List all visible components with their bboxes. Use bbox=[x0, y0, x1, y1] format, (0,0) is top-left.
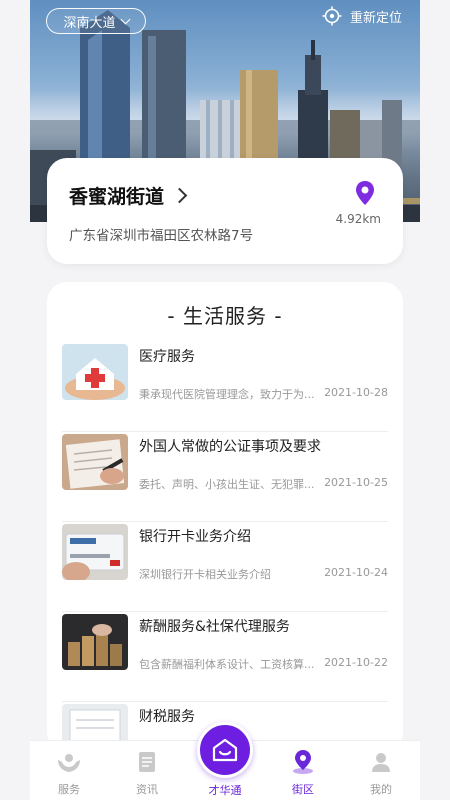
tab-label: 街区 bbox=[292, 783, 314, 796]
address-card[interactable]: 香蜜湖街道 广东省深圳市福田区农林路7号 4.92km bbox=[47, 158, 403, 264]
street-name: 香蜜湖街道 bbox=[69, 186, 165, 208]
street-title[interactable]: 香蜜湖街道 bbox=[69, 182, 188, 209]
tab-news[interactable]: 资讯 bbox=[112, 741, 182, 800]
bank-card-image bbox=[62, 524, 128, 580]
relocate-button[interactable]: 重新定位 bbox=[322, 6, 402, 26]
item-date: 2021-10-24 bbox=[324, 566, 388, 579]
item-desc: 委托、声明、小孩出生证、无犯罪... bbox=[139, 478, 315, 491]
list-item[interactable]: 外国人常做的公证事项及要求 委托、声明、小孩出生证、无犯罪... 2021-10… bbox=[62, 434, 388, 522]
relocate-label: 重新定位 bbox=[350, 10, 403, 26]
section-title: - 生活服务 - bbox=[167, 304, 283, 328]
map-pin-icon[interactable] bbox=[355, 180, 375, 210]
chevron-right-icon bbox=[171, 187, 188, 204]
tab-label: 资讯 bbox=[136, 783, 158, 796]
center-home-button[interactable] bbox=[197, 722, 253, 778]
news-icon bbox=[139, 752, 155, 772]
item-title: 薪酬服务&社保代理服务 bbox=[139, 619, 290, 635]
item-title: 财税服务 bbox=[139, 709, 195, 725]
list-item[interactable]: 医疗服务 秉承现代医院管理理念，致力于为... 2021-10-28 bbox=[62, 344, 388, 432]
hands-icon bbox=[58, 754, 80, 772]
item-date: 2021-10-28 bbox=[324, 386, 388, 399]
item-desc: 秉承现代医院管理理念，致力于为... bbox=[139, 388, 315, 401]
person-icon bbox=[372, 753, 390, 772]
center-tab-label: 才华通 bbox=[208, 784, 242, 797]
signing-document-image bbox=[62, 434, 128, 490]
list-item[interactable]: 银行开卡业务介绍 深圳银行开卡相关业务介绍 2021-10-24 bbox=[62, 524, 388, 612]
tab-label: 服务 bbox=[58, 783, 80, 796]
tab-services[interactable]: 服务 bbox=[34, 741, 104, 800]
coin-stacks-image bbox=[62, 614, 128, 670]
tab-block[interactable]: 街区 bbox=[268, 741, 338, 800]
locate-target-icon bbox=[322, 6, 342, 26]
district-selector[interactable]: 深南大道 bbox=[46, 8, 146, 34]
chevron-down-icon bbox=[120, 14, 130, 24]
list-item[interactable]: 薪酬服务&社保代理服务 包含薪酬福利体系设计、工资核算... 2021-10-2… bbox=[62, 614, 388, 702]
item-date: 2021-10-25 bbox=[324, 476, 388, 489]
tab-mine[interactable]: 我的 bbox=[346, 741, 416, 800]
item-date: 2021-10-22 bbox=[324, 656, 388, 669]
medical-cross-image bbox=[62, 344, 128, 400]
district-label: 深南大道 bbox=[63, 15, 116, 31]
item-title: 医疗服务 bbox=[139, 349, 195, 365]
item-title: 外国人常做的公证事项及要求 bbox=[139, 439, 321, 455]
tab-label: 我的 bbox=[370, 783, 392, 796]
location-pin-icon bbox=[293, 750, 313, 774]
full-address: 广东省深圳市福田区农林路7号 bbox=[69, 228, 254, 244]
home-smile-icon bbox=[212, 738, 238, 762]
life-services-section: - 生活服务 - 医疗服务 秉承现代医院管理理念，致力于为... 2021-10… bbox=[47, 282, 403, 752]
item-desc: 深圳银行开卡相关业务介绍 bbox=[139, 568, 271, 581]
item-desc: 包含薪酬福利体系设计、工资核算... bbox=[139, 658, 315, 671]
distance-label: 4.92km bbox=[335, 212, 381, 226]
item-title: 银行开卡业务介绍 bbox=[139, 529, 251, 545]
